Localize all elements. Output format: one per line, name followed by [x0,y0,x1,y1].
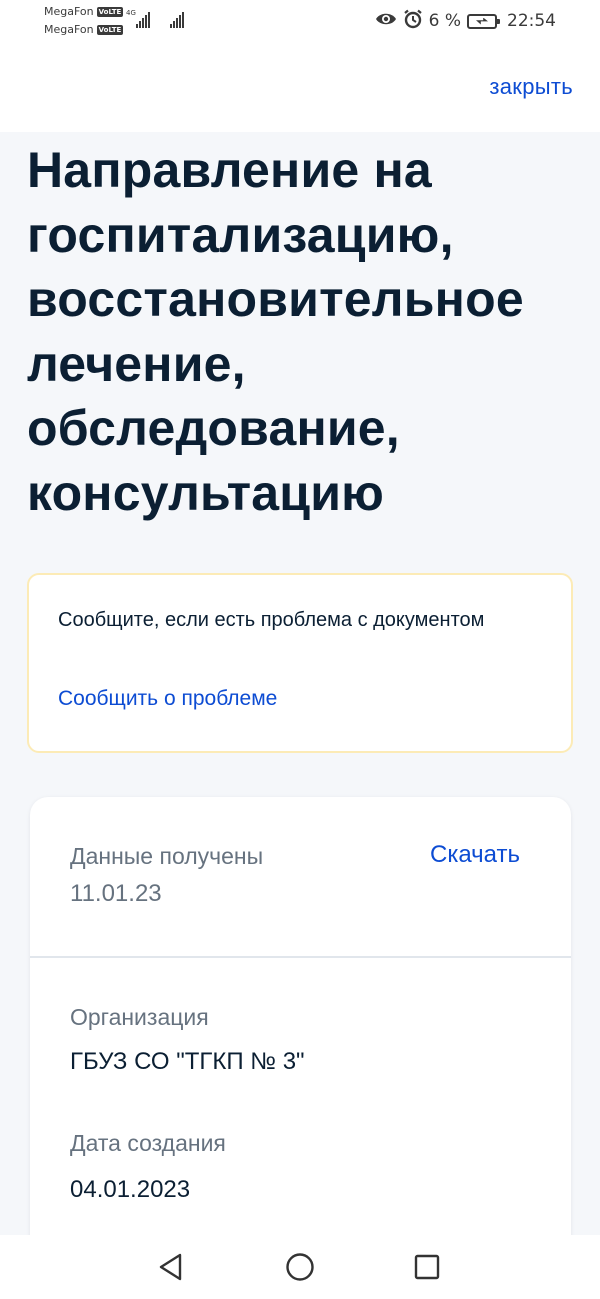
close-button[interactable]: закрыть [489,74,573,100]
volte-badge-1: VoLTE [96,7,124,17]
signal-icon-1 [136,12,150,28]
notice-text: Сообщите, если есть проблема с документо… [58,609,485,631]
received-label: Данные получены [70,843,264,869]
card-divider [30,956,571,958]
battery-percent: 6 % [428,11,461,31]
received-date: 11.01.23 [70,880,162,907]
created-date-value: 04.01.2023 [70,1176,191,1203]
carrier-1: MegaFon VoLTE [44,5,124,19]
home-icon[interactable] [284,1251,316,1283]
status-right: 6 % 22:54 [375,9,556,33]
report-problem-link[interactable]: Сообщить о проблеме [58,687,277,711]
organization-value: ГБУЗ СО "ТГКП № 3" [70,1048,305,1075]
notice-card: Сообщите, если есть проблема с документо… [27,573,573,753]
status-bar: MegaFon VoLTE MegaFon VoLTE 4G 6 % 22:54 [0,0,600,44]
eye-icon [375,11,397,32]
alarm-icon [403,9,423,34]
carrier-2-name: MegaFon [44,23,94,36]
back-icon[interactable] [156,1251,188,1283]
navigation-bar [0,1235,600,1299]
created-date-label: Дата создания [70,1130,226,1156]
organization-label: Организация [70,1004,209,1030]
document-details-card: Данные получены 11.01.23 Скачать Организ… [30,797,571,1235]
top-bar: закрыть [0,44,600,132]
carrier-2: MegaFon VoLTE [44,23,124,37]
recent-apps-icon[interactable] [411,1251,443,1283]
battery-icon [467,13,500,29]
carrier-1-name: MegaFon [44,5,94,18]
page-title: Направление на госпитализацию, восстанов… [27,142,524,521]
download-link[interactable]: Скачать [430,841,520,869]
signal-icon-2 [170,12,184,28]
network-type: 4G [126,9,136,17]
volte-badge-2: VoLTE [96,25,124,35]
clock: 22:54 [507,11,556,31]
content: Направление на госпитализацию, восстанов… [0,132,600,1235]
